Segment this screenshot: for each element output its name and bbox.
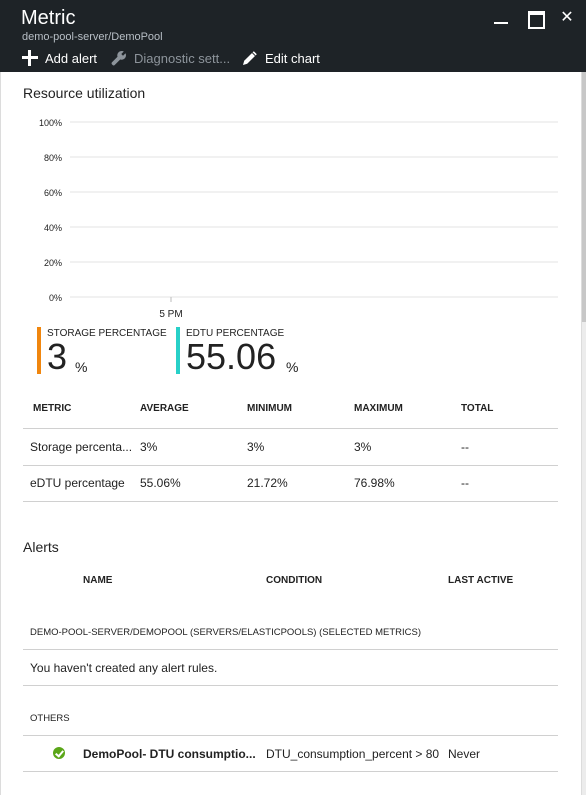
average-cell: 3% [140, 440, 158, 454]
minimum-cell: 3% [247, 440, 265, 454]
metric-name-cell: Storage percenta... [30, 440, 133, 454]
legend-edtu-unit: % [286, 359, 299, 375]
blade-title: Metric [21, 7, 76, 29]
y-tick-label: 40% [44, 223, 62, 233]
close-icon[interactable]: ✕ [559, 10, 575, 26]
metrics-header-minimum[interactable]: MINIMUM [247, 403, 292, 414]
average-cell: 55.06% [140, 476, 181, 490]
alerts-title: Alerts [23, 539, 59, 555]
diagnostic-settings-button[interactable]: Diagnostic sett... [111, 48, 230, 68]
legend-storage-value: 3 [47, 336, 68, 377]
minimize-icon[interactable] [493, 10, 509, 26]
edit-chart-button[interactable]: Edit chart [242, 48, 320, 68]
metrics-divider [23, 428, 558, 429]
alerts-divider [23, 771, 558, 772]
alerts-divider [23, 685, 558, 686]
no-alert-rules-message: You haven't created any alert rules. [30, 661, 218, 675]
x-tick-label: 5 PM [159, 309, 182, 320]
alert-name-cell: DemoPool- DTU consumptio... [83, 747, 256, 761]
metrics-header-metric[interactable]: METRIC [33, 403, 71, 414]
alerts-header-last-active[interactable]: LAST ACTIVE [448, 575, 513, 586]
metrics-header-maximum[interactable]: MAXIMUM [354, 403, 403, 414]
alert-last-active-cell: Never [448, 747, 481, 761]
alerts-header-name[interactable]: NAME [83, 575, 112, 586]
legend-storage[interactable]: STORAGE PERCENTAGE 3 % [37, 327, 167, 375]
legend-edtu-swatch [176, 327, 180, 374]
edit-chart-label: Edit chart [265, 50, 320, 66]
resource-utilization-title: Resource utilization [23, 85, 146, 101]
alert-group-others: OTHERS [30, 713, 70, 724]
y-tick-label: 60% [44, 188, 62, 198]
total-cell: -- [461, 476, 469, 490]
minimum-cell: 21.72% [247, 476, 288, 490]
legend-storage-unit: % [75, 359, 88, 375]
alert-condition-cell: DTU_consumption_percent > 80 [266, 747, 440, 761]
legend-edtu-value: 55.06 [186, 336, 277, 377]
diagnostic-settings-label: Diagnostic sett... [134, 50, 231, 66]
metrics-divider [23, 465, 558, 466]
y-tick-label: 20% [44, 258, 62, 268]
pencil-icon [242, 50, 258, 66]
wrench-icon [111, 50, 127, 66]
maximum-cell: 76.98% [354, 476, 395, 490]
metrics-divider [23, 501, 558, 502]
add-alert-label: Add alert [45, 50, 98, 66]
plus-icon [22, 50, 38, 66]
metrics-header-average[interactable]: AVERAGE [140, 403, 189, 414]
maximize-icon[interactable] [527, 10, 545, 29]
y-tick-label: 0% [49, 293, 62, 303]
total-cell: -- [461, 440, 469, 454]
alerts-divider [23, 649, 558, 650]
metrics-header-total[interactable]: TOTAL [461, 403, 493, 414]
legend-edtu[interactable]: EDTU PERCENTAGE 55.06 % [176, 327, 326, 375]
metric-name-cell: eDTU percentage [30, 476, 125, 490]
blade-subtitle: demo-pool-server/DemoPool [22, 31, 163, 43]
blade-header: Metric demo-pool-server/DemoPool ✕ Add a… [0, 0, 586, 72]
add-alert-button[interactable]: Add alert [22, 48, 97, 68]
legend-storage-swatch [37, 327, 41, 374]
y-tick-label: 100% [39, 118, 62, 128]
maximum-cell: 3% [354, 440, 372, 454]
alert-group-selected-metrics: DEMO-POOL-SERVER/DEMOPOOL (SERVERS/ELAST… [30, 627, 421, 638]
alerts-header-condition[interactable]: CONDITION [266, 575, 322, 586]
resource-utilization-chart[interactable]: 100%80%60%40%20%0%5 PM5:15 PM5:30 PM5:45… [0, 100, 586, 325]
y-tick-label: 80% [44, 153, 62, 163]
alerts-divider [23, 735, 558, 736]
status-ok-icon [53, 747, 65, 759]
